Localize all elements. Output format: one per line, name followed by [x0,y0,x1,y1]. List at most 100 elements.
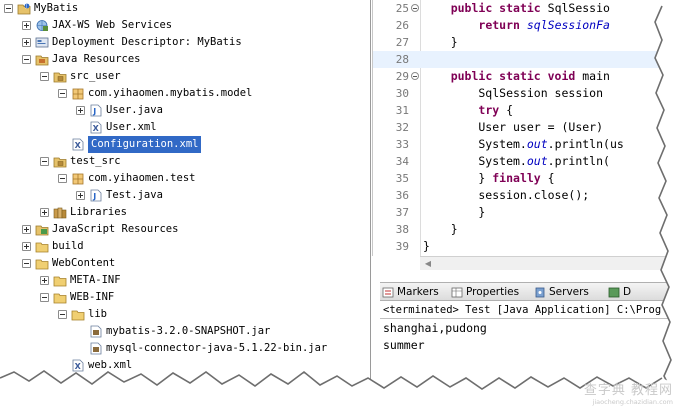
scroll-left-icon[interactable]: ◀ [422,259,434,269]
svg-text:X: X [93,124,100,133]
fold-collapse-icon[interactable] [411,72,419,80]
tree-item[interactable]: mybatis-3.2.0-SNAPSHOT.jar [0,323,370,340]
editor-horizontal-scrollbar[interactable]: ◀ [420,256,679,270]
tree-item[interactable]: J MyBatis [0,0,370,17]
markers-icon [382,287,394,298]
code-keyword: public static [450,1,541,15]
code-line[interactable]: 29 public static void main [373,68,679,85]
collapse-icon[interactable] [58,310,67,319]
fold-collapse-icon[interactable] [411,4,419,12]
code-line[interactable]: 39} [373,238,679,255]
code-line[interactable]: 34 System.out.println( [373,153,679,170]
console-launch-header: <terminated> Test [Java Application] C:\… [380,302,679,319]
code-editor[interactable]: 25 public static SqlSessio 26 return sqlS… [372,0,679,256]
code-line[interactable]: 32 User user = (User) [373,119,679,136]
tree-item[interactable]: com.yihaomen.mybatis.model [0,85,370,102]
svg-text:X: X [75,362,82,371]
source-folder-icon [53,155,67,168]
code-line[interactable]: 35 } finally { [373,170,679,187]
collapse-icon[interactable] [58,89,67,98]
tree-item[interactable]: JAX-WS Web Services [0,17,370,34]
code-line[interactable]: 25 public static SqlSessio [373,0,679,17]
code-line[interactable]: 36 session.close(); [373,187,679,204]
tree-item-label: src_user [70,70,121,82]
xml-file-icon: X [71,359,85,372]
code-line[interactable]: 33 System.out.println(us [373,136,679,153]
tree-item[interactable]: Xweb.xml [0,357,370,374]
tree-item[interactable]: Libraries [0,204,370,221]
expand-icon[interactable] [76,191,85,200]
tree-item[interactable]: com.yihaomen.test [0,170,370,187]
tree-item[interactable]: lib [0,306,370,323]
watermark-subtitle: jiaocheng.chazidian.com [592,398,673,406]
code-token: SqlSessio [540,1,610,15]
tree-item[interactable]: WEB-INF [0,289,370,306]
tree-item[interactable]: J Test.java [0,187,370,204]
tree-item-label: build [52,240,84,252]
expand-icon[interactable] [22,38,31,47]
collapse-icon[interactable] [22,259,31,268]
expand-icon[interactable] [22,242,31,251]
watermark-title: 查字典 教程网 [583,383,673,398]
svg-text:X: X [75,141,82,150]
tree-item[interactable]: WebContent [0,255,370,272]
expand-icon[interactable] [76,106,85,115]
code-keyword: try [478,103,500,117]
collapse-icon[interactable] [4,4,13,13]
collapse-icon[interactable] [40,157,49,166]
tree-item[interactable]: src_user [0,68,370,85]
collapse-icon[interactable] [40,72,49,81]
line-number: 25 [395,2,409,15]
console-line: summer [383,338,425,352]
tree-item[interactable]: X User.xml [0,119,370,136]
code-line[interactable]: 28 [373,51,679,68]
svg-text:J: J [92,192,96,201]
expand-icon[interactable] [40,208,49,217]
tree-item[interactable]: J User.java [0,102,370,119]
tree-item[interactable]: mysql-connector-java-5.1.22-bin.jar [0,340,370,357]
line-number: 28 [395,53,409,66]
code-token: SqlSession session [423,86,604,100]
libraries-icon [53,206,67,219]
code-line[interactable]: 31 try { [373,102,679,119]
code-line[interactable]: 30 SqlSession session [373,85,679,102]
tab-label: Markers [397,286,439,298]
code-line[interactable]: 37 } [373,204,679,221]
tree-item[interactable]: Deployment Descriptor: MyBatis [0,34,370,51]
tree-item-label: lib [88,308,107,320]
tree-item-label: JavaScript Resources [52,223,179,235]
folder-icon [35,240,49,253]
tree-item[interactable]: build [0,238,370,255]
tree-item[interactable]: JavaScript Resources [0,221,370,238]
code-field: sqlSessionFa [526,18,610,32]
code-line[interactable]: 26 return sqlSessionFa [373,17,679,34]
line-number: 30 [395,87,409,100]
tab-label: Properties [466,286,520,298]
code-line[interactable]: 38 } [373,221,679,238]
data-source-icon [608,287,620,298]
line-number: 39 [395,240,409,253]
expand-icon[interactable] [40,276,49,285]
tree-item[interactable]: META-INF [0,272,370,289]
tree-item[interactable]: test_src [0,153,370,170]
tree-item[interactable]: X Configuration.xml [0,136,370,153]
expand-icon[interactable] [22,21,31,30]
tree-item-label: JAX-WS Web Services [52,19,173,31]
line-number: 31 [395,104,409,117]
tree-item-label: Test.java [106,189,163,201]
collapse-icon[interactable] [58,174,67,183]
console-output[interactable]: shanghai,pudong summer [380,320,679,382]
line-number: 32 [395,121,409,134]
code-token: } [423,171,493,185]
code-text: } [423,34,458,51]
collapse-icon[interactable] [40,293,49,302]
expand-icon[interactable] [22,225,31,234]
code-line[interactable]: 27 } [373,34,679,51]
code-text: } [423,221,458,238]
package-icon [71,172,85,185]
java-file-icon: J [89,189,103,202]
collapse-icon[interactable] [22,55,31,64]
tree-item[interactable]: Java Resources [0,51,370,68]
